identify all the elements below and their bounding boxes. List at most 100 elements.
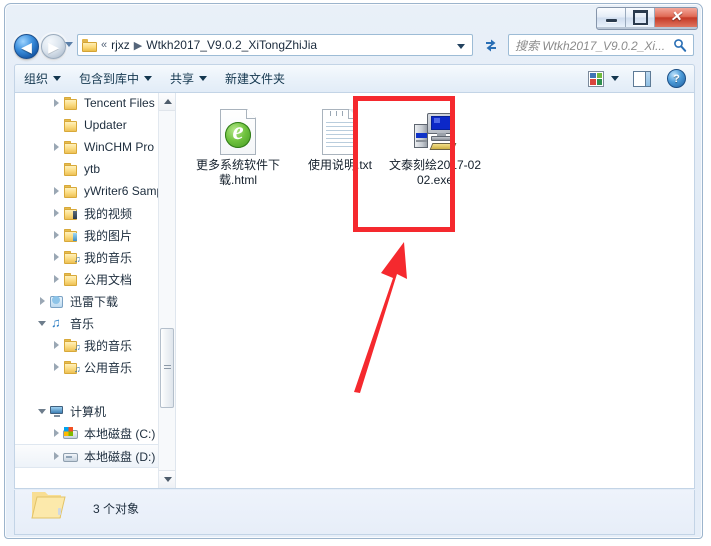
collapse-triangle-icon[interactable] [37,405,49,417]
spacer-icon [49,382,65,396]
scroll-down-button[interactable] [159,470,175,488]
video-folder-icon [63,206,79,220]
folder-icon [63,272,79,286]
preview-pane-icon[interactable] [633,70,651,87]
breadcrumb-separator-icon: ▶ [133,39,143,52]
expand-triangle-icon[interactable] [37,295,49,307]
address-dropdown-icon[interactable] [457,44,465,49]
expand-triangle-icon[interactable] [51,97,63,109]
sidebar-item-label: 我的视频 [84,206,133,221]
expand-triangle-icon[interactable] [51,251,63,263]
sidebar-item-label: 计算机 [70,404,107,419]
sidebar-item-计算机[interactable]: 计算机 [15,400,167,422]
sidebar-item-label: 我的图片 [84,228,133,243]
close-button[interactable]: ✕ [655,8,697,27]
folder-icon [63,140,79,154]
toolbar-item-organize[interactable]: 组织 [15,66,70,92]
expand-triangle-icon[interactable] [51,450,63,462]
sidebar-item-我的音乐[interactable]: ♫ 我的音乐 [15,334,167,356]
folder-icon [31,492,66,519]
sidebar-item-本地磁盘-d-[interactable]: 本地磁盘 (D:) [15,444,167,468]
help-icon[interactable]: ? [667,69,686,88]
sidebar-item-公用文档[interactable]: 公用文档 [15,268,167,290]
sidebar-item-label: 公用音乐 [84,360,133,375]
grip-icon [163,365,171,371]
sidebar-item-我的图片[interactable]: 我的图片 [15,224,167,246]
explorer-window: ✕ ◀ ▶ « rjxz ▶ Wtkh2017_V9.0.2_XiTongZhi… [4,3,703,539]
scroll-up-button[interactable] [159,93,175,111]
expand-triangle-icon[interactable] [51,141,63,153]
search-input[interactable]: 搜索 Wtkh2017_V9.0.2_Xi... [515,37,665,54]
sidebar-item-我的视频[interactable]: 我的视频 [15,202,167,224]
sidebar-item-公用音乐[interactable]: ♫ 公用音乐 [15,356,167,378]
expand-triangle-icon[interactable] [51,427,63,439]
expand-triangle-icon[interactable] [51,229,63,241]
change-view-icon[interactable] [588,70,604,87]
close-icon: ✕ [670,9,682,25]
file-name: 文泰刻绘2017-0202.exe [388,158,482,187]
expand-triangle-icon[interactable] [51,273,63,285]
search-icon[interactable] [673,38,687,53]
sidebar-item-label: 我的音乐 [84,250,133,265]
expand-triangle-icon[interactable] [51,207,63,219]
minimize-button[interactable] [597,8,626,27]
status-bar: 3 个对象 [14,490,695,535]
title-bar: ✕ [5,4,702,30]
address-row: ◀ ▶ « rjxz ▶ Wtkh2017_V9.0.2_XiTongZhiJi… [5,30,702,62]
list-item[interactable]: 更多系统软件下载.html [190,103,286,188]
toolbar-item-share[interactable]: 共享 [161,66,216,92]
folder-icon [82,38,97,52]
search-box[interactable]: 搜索 Wtkh2017_V9.0.2_Xi... [508,34,694,56]
sidebar-item-ywriter6-sample[interactable]: yWriter6 Sample [15,180,167,202]
expander-placeholder [37,383,49,395]
scrollbar-thumb[interactable] [160,328,174,408]
address-bar[interactable]: « rjxz ▶ Wtkh2017_V9.0.2_XiTongZhiJia [77,34,473,56]
toolbar-item-new-folder[interactable]: 新建文件夹 [216,66,294,92]
list-item[interactable]: 文泰刻绘2017-0202.exe [387,103,483,188]
sidebar-item-本地磁盘-c-[interactable]: 本地磁盘 (C:) [15,422,167,444]
expand-triangle-icon[interactable] [51,185,63,197]
folder-tree: Tencent Files Updater WinCHM Pro ytb yWriter… [15,93,167,468]
sidebar-item-ytb[interactable]: ytb [15,158,167,180]
toolbar-right-group: ? [588,69,694,88]
back-button[interactable]: ◀ [14,34,39,59]
executable-file-icon [387,103,483,155]
maximize-button[interactable] [626,8,655,27]
view-options-chevron-icon[interactable] [611,76,619,81]
sidebar-item-label: Tencent Files [84,96,155,110]
collapse-triangle-icon[interactable] [37,317,49,329]
expand-triangle-icon[interactable] [51,361,63,373]
toolbar-item-include-in-library[interactable]: 包含到库中 [70,66,161,92]
sidebar-item-label: Updater [84,118,127,132]
file-name: 更多系统软件下载.html [195,158,280,187]
sidebar-item-tencent-files[interactable]: Tencent Files [15,93,167,114]
recent-locations-dropdown-icon[interactable] [65,42,73,47]
sidebar-item-label: ytb [84,162,101,176]
breadcrumb-item-current[interactable]: Wtkh2017_V9.0.2_XiTongZhiJia [146,38,317,52]
breadcrumb-overflow[interactable]: « [101,39,107,51]
sidebar-item-音乐[interactable]: ♫ 音乐 [15,312,167,334]
folder-icon [63,184,79,198]
file-list-view[interactable]: 更多系统软件下载.html 使用说明.txt 文泰刻绘2017-0 [175,93,694,488]
expander-placeholder [51,163,63,175]
toolbar-label-include-in-library: 包含到库中 [79,72,140,86]
breadcrumb-item-rjxz[interactable]: rjxz [111,38,130,52]
forward-arrow-icon: ▶ [48,38,59,55]
drive-icon [63,449,79,463]
list-item[interactable]: 使用说明.txt [292,103,388,173]
refresh-button[interactable] [479,34,503,56]
expand-triangle-icon[interactable] [51,339,63,351]
sidebar-item-label: 本地磁盘 (C:) [84,426,156,441]
sidebar-item-blank [15,378,167,400]
file-name: 使用说明.txt [307,158,372,172]
folder-icon [63,118,79,132]
expander-placeholder [51,119,63,131]
sidebar-item-迅雷下载[interactable]: 迅雷下载 [15,290,167,312]
nav-scrollbar[interactable] [158,93,175,488]
forward-button[interactable]: ▶ [41,34,66,59]
sidebar-item-label: 本地磁盘 (D:) [84,449,156,464]
navigation-pane: Tencent Files Updater WinCHM Pro ytb yWriter… [15,93,175,488]
sidebar-item-winchm-pro[interactable]: WinCHM Pro [15,136,167,158]
sidebar-item-我的音乐[interactable]: ♫ 我的音乐 [15,246,167,268]
sidebar-item-updater[interactable]: Updater [15,114,167,136]
